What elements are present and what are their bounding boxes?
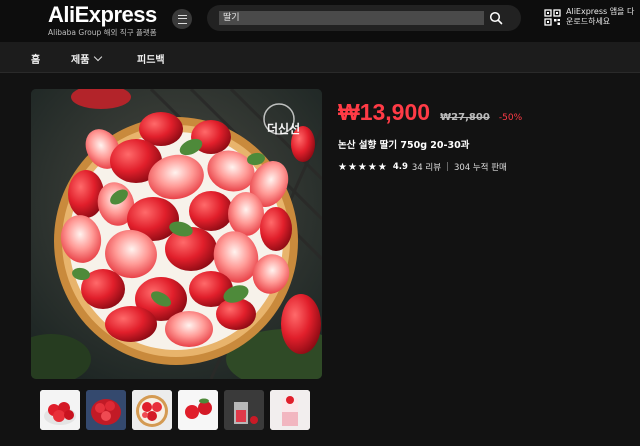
original-price: ₩27,800 <box>440 112 490 123</box>
sale-price: ₩13,900 <box>338 99 431 125</box>
menu-button[interactable] <box>172 9 192 29</box>
watermark-text: 더신선 <box>267 121 300 136</box>
product-main-image[interactable]: 더신선 <box>31 89 322 379</box>
hamburger-icon <box>177 14 187 24</box>
app-download-line1: AliExpress 앱을 다 <box>566 7 635 16</box>
thumbnail-image <box>270 390 310 430</box>
nav-bar: 홈 제품 피드백 <box>0 42 640 73</box>
thumbnail-image <box>86 390 126 430</box>
thumbnail[interactable] <box>224 390 264 430</box>
nav-item-home[interactable]: 홈 <box>31 51 40 66</box>
top-header: AliExpress Alibaba Group 해외 직구 플랫폼 AliEx… <box>0 0 640 42</box>
search-input[interactable] <box>219 11 484 25</box>
thumbnail[interactable] <box>86 390 126 430</box>
nav-item-products[interactable]: 제품 <box>71 51 103 66</box>
discount-badge: -50% <box>498 113 523 123</box>
thumbnail-image <box>132 390 172 430</box>
divider: | <box>446 162 449 172</box>
logo-tagline: Alibaba Group 해외 직구 플랫폼 <box>48 28 157 37</box>
thumbnail[interactable] <box>178 390 218 430</box>
qr-code-icon[interactable] <box>544 9 561 26</box>
search-bar <box>207 5 521 31</box>
review-count[interactable]: 34 리뷰 <box>412 161 441 173</box>
star-rating-icon: ★★★★★ <box>338 161 388 173</box>
rating-score: 4.9 <box>392 162 408 172</box>
nav-item-products-label: 제품 <box>71 55 90 66</box>
product-title: 논산 설향 딸기 750g 20-30과 <box>338 140 470 151</box>
logo-text: AliExpress <box>48 2 157 27</box>
nav-item-feedback-label: 피드백 <box>137 55 165 66</box>
strawberry-tart-image: 더신선 <box>31 89 322 379</box>
thumbnail-image <box>178 390 218 430</box>
app-download-link[interactable]: AliExpress 앱을 다 운로드하세요 <box>566 7 638 27</box>
thumbnail[interactable] <box>40 390 80 430</box>
rating-row: ★★★★★ 4.9 34 리뷰 | 304 누적 판매 <box>338 161 507 174</box>
sold-count: 304 누적 판매 <box>453 163 507 173</box>
thumbnail[interactable] <box>132 390 172 430</box>
aliexpress-logo[interactable]: AliExpress Alibaba Group 해외 직구 플랫폼 <box>48 2 157 38</box>
price-row: ₩13,900 ₩27,800 -50% <box>338 99 522 126</box>
search-icon <box>489 11 503 25</box>
nav-item-home-label: 홈 <box>31 55 41 66</box>
thumbnail-image <box>224 390 264 430</box>
nav-item-feedback[interactable]: 피드백 <box>137 51 165 66</box>
search-button[interactable] <box>479 7 513 29</box>
chevron-down-icon <box>94 52 103 62</box>
app-download-line2: 운로드하세요 <box>566 17 611 26</box>
thumbnail-image <box>40 390 80 430</box>
thumbnail[interactable] <box>270 390 310 430</box>
